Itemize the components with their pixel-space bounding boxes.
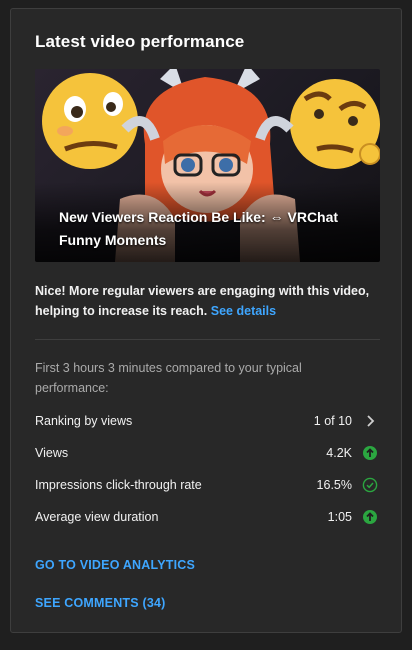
comparison-text: First 3 hours 3 minutes compared to your… xyxy=(35,361,302,395)
video-thumbnail[interactable]: New Viewers Reaction Be Like: ⇔ VRChat F… xyxy=(35,69,380,262)
metric-row-views: Views 4.2K xyxy=(35,443,380,463)
metric-row-avg-view-duration: Average view duration 1:05 xyxy=(35,507,380,527)
chevron-right-icon[interactable] xyxy=(362,413,378,429)
confused-emoji-icon xyxy=(42,73,138,169)
divider xyxy=(35,339,380,340)
metric-value: 1 of 10 xyxy=(313,414,352,428)
metric-label: Impressions click-through rate xyxy=(35,478,202,492)
card-title: Latest video performance xyxy=(35,32,245,51)
skeptical-emoji-icon xyxy=(290,79,380,169)
performance-summary: Nice! More regular viewers are engaging … xyxy=(35,281,380,321)
metric-value: 4.2K xyxy=(326,446,352,460)
metric-value: 1:05 xyxy=(327,510,352,524)
video-title-line2: Funny Moments xyxy=(59,232,167,248)
metric-label: Ranking by views xyxy=(35,414,133,428)
metric-row-ctr: Impressions click-through rate 16.5% xyxy=(35,475,380,495)
metric-label: Average view duration xyxy=(35,510,159,524)
summary-text: Nice! More regular viewers are engaging … xyxy=(35,284,370,318)
arrow-up-circle-icon xyxy=(363,446,377,460)
video-title: New Viewers Reaction Be Like: ⇔ VRChat F… xyxy=(59,206,369,252)
see-details-link[interactable]: See details xyxy=(211,304,276,318)
metric-row-ranking[interactable]: Ranking by views 1 of 10 xyxy=(35,411,380,431)
see-comments-button[interactable]: SEE COMMENTS (34) xyxy=(35,596,166,610)
metric-value: 16.5% xyxy=(316,478,352,492)
video-title-line1: New Viewers Reaction Be Like: ⇔ VRChat xyxy=(59,209,339,225)
metric-label: Views xyxy=(35,446,69,460)
go-to-video-analytics-button[interactable]: GO TO VIDEO ANALYTICS xyxy=(35,558,195,572)
check-circle-icon xyxy=(362,477,378,493)
arrow-up-circle-icon xyxy=(363,510,377,524)
video-performance-card: Latest video performance New Viewers Rea… xyxy=(10,8,402,633)
